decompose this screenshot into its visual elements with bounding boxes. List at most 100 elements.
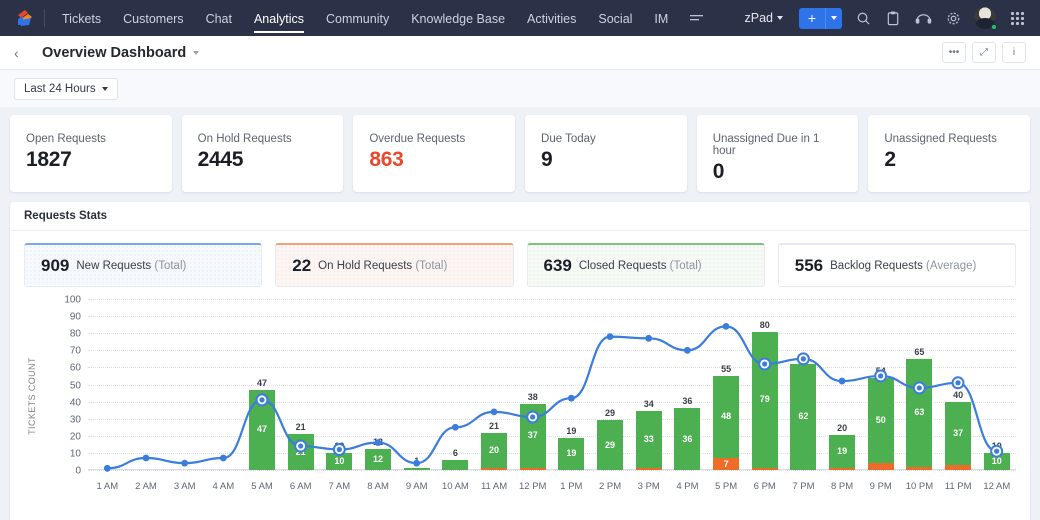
line-point[interactable] [606,333,614,341]
x-axis-tick-label: 4 AM [212,481,235,492]
line-point[interactable] [878,373,884,379]
kpi-label: On Hold Requests [197,133,292,145]
nav-item-customers[interactable]: Customers [112,3,194,34]
x-axis-tick-label: 10 AM [441,481,469,492]
add-dropdown-button[interactable] [825,7,842,29]
nav-item-chat[interactable]: Chat [195,3,243,34]
kpi-card-on-hold-requests[interactable]: On Hold Requests 2445 [181,115,344,192]
filter-row: Last 24 Hours [0,70,1040,107]
line-point[interactable] [142,454,150,462]
headset-icon[interactable] [908,0,938,36]
summary-value: 22 [292,255,312,275]
summary-card-new-requests[interactable]: 909 New Requests (Total) [24,243,263,287]
y-axis-tick-label: 30 [69,414,81,426]
line-point[interactable] [490,408,498,416]
nav-item-activities[interactable]: Activities [516,3,587,34]
x-axis-tick-label: 1 PM [560,481,583,492]
summary-card-row: 909 New Requests (Total) 22 On Hold Requ… [10,231,1030,293]
line-point[interactable] [451,423,459,431]
kpi-card-unassigned-requests[interactable]: Unassigned Requests 2 [868,115,1031,192]
line-point[interactable] [374,439,382,447]
gear-icon[interactable] [938,0,968,36]
kpi-label: Overdue Requests [369,133,466,145]
kpi-value: 1827 [26,148,72,171]
x-axis-tick-label: 9 PM [869,481,892,492]
x-axis-tick-label: 4 PM [676,481,699,492]
line-point[interactable] [994,448,1000,454]
summary-card-closed-requests[interactable]: 639 Closed Requests (Total) [526,243,765,287]
info-button[interactable]: i [1002,42,1026,63]
summary-card-backlog-requests[interactable]: 556 Backlog Requests (Average) [777,243,1016,287]
nav-item-tickets[interactable]: Tickets [51,3,112,34]
x-axis-tick-label: 11 AM [480,481,508,492]
x-axis-tick-label: 7 AM [328,481,351,492]
x-axis-tick-label: 1 AM [96,481,119,492]
dashboard-header: ‹ Overview Dashboard ••• ⤢ i [0,36,1040,70]
line-point[interactable] [955,380,961,386]
apps-grid-icon[interactable] [1002,0,1032,36]
summary-card-on-hold-requests[interactable]: 22 On Hold Requests (Total) [275,243,514,287]
kpi-card-row: Open Requests 1827 On Hold Requests 2445… [0,107,1040,202]
kpi-card-unassigned-due-in-1-hour[interactable]: Unassigned Due in 1 hour 0 [696,115,859,192]
line-point[interactable] [336,446,342,453]
y-axis-tick-label: 90 [69,311,81,323]
line-point[interactable] [413,459,421,467]
more-options-button[interactable]: ••• [942,42,966,63]
notes-icon[interactable] [878,0,908,36]
line-point[interactable] [838,377,846,385]
line-point[interactable] [645,334,653,342]
line-point[interactable] [762,361,768,367]
nav-items: Tickets Customers Chat Analytics Communi… [51,3,715,34]
line-point[interactable] [567,394,575,402]
line-point[interactable] [181,459,189,467]
line-point[interactable] [298,443,304,449]
time-range-label: Last 24 Hours [24,82,96,95]
kpi-card-overdue-requests[interactable]: Overdue Requests 863 [353,115,516,192]
nav-item-social[interactable]: Social [587,3,643,34]
nav-item-knowledge-base[interactable]: Knowledge Base [400,3,516,34]
kpi-value: 0 [712,160,725,183]
x-axis-tick-label: 5 AM [251,481,273,492]
more-menu-icon[interactable] [679,4,715,32]
y-axis-tick-label: 80 [69,328,81,340]
kpi-value: 9 [541,148,553,171]
nav-item-community[interactable]: Community [315,3,400,34]
line-point[interactable] [530,414,536,420]
chevron-down-icon [831,16,837,20]
search-icon[interactable] [848,0,878,36]
nav-item-im[interactable]: IM [643,3,679,34]
line-point[interactable] [103,464,111,472]
add-button[interactable]: + [799,7,825,29]
expand-button[interactable]: ⤢ [972,42,996,63]
line-path [107,325,997,470]
chevron-down-icon[interactable] [193,50,200,55]
line-point[interactable] [259,397,265,403]
x-axis-tick-label: 5 PM [714,481,738,492]
line-point[interactable] [916,385,922,391]
top-navigation-bar: Tickets Customers Chat Analytics Communi… [0,0,1040,36]
line-point[interactable] [722,322,730,330]
line-point[interactable] [800,356,806,362]
kpi-card-due-today[interactable]: Due Today 9 [525,115,687,192]
line-point[interactable] [683,346,691,354]
summary-label: New Requests [76,259,152,272]
time-range-filter[interactable]: Last 24 Hours [14,77,118,100]
line-point[interactable] [219,454,227,462]
y-axis-tick-label: 100 [64,294,81,306]
avatar[interactable] [968,0,1002,36]
requests-stats-panel: Requests Stats 909 New Requests (Total) … [10,202,1030,520]
x-axis-tick-label: 7 PM [792,481,815,492]
summary-qualifier: (Average) [926,259,977,272]
kpi-label: Unassigned Requests [884,133,997,145]
zoho-logo-icon[interactable] [8,8,42,28]
nav-item-analytics[interactable]: Analytics [243,3,315,34]
zpad-menu[interactable]: zPad [735,11,794,25]
summary-label: On Hold Requests [318,259,413,272]
y-axis-title: TICKETS COUNT [27,357,37,435]
kpi-card-open-requests[interactable]: Open Requests 1827 [10,115,172,192]
add-button-group: + [799,7,842,29]
kpi-label: Due Today [541,133,596,145]
x-axis-tick-label: 12 AM [983,481,1011,492]
back-chevron-icon[interactable]: ‹ [14,45,34,61]
kpi-label: Open Requests [26,133,106,145]
